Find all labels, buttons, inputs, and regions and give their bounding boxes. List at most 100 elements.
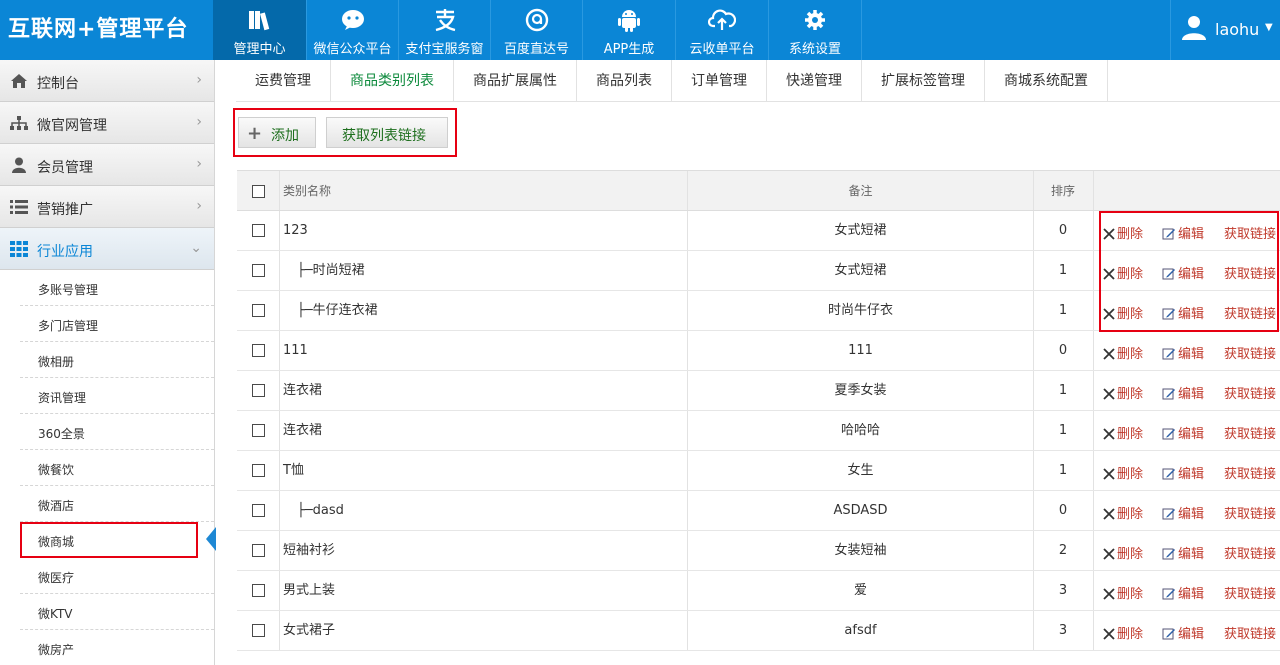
delete-link[interactable]: 删除	[1103, 583, 1143, 602]
row-checkbox[interactable]	[251, 504, 265, 517]
edit-link[interactable]: 编辑	[1162, 623, 1204, 642]
get-link-link[interactable]: 获取链接	[1224, 223, 1276, 242]
tab-extended-tags[interactable]: 扩展标签管理	[862, 60, 985, 102]
sidebar: 控制台 › 微官网管理 › 会员管理 › 营销推广 › 行业应用 ⌄ 多账号管理…	[0, 60, 215, 665]
get-link-link[interactable]: 获取链接	[1224, 583, 1276, 602]
sidebar-sub-mall[interactable]: 微商城	[20, 522, 198, 558]
get-link-link[interactable]: 获取链接	[1224, 263, 1276, 282]
get-link-link[interactable]: 获取链接	[1224, 543, 1276, 562]
header-name: 类别名称	[283, 184, 332, 198]
row-note: ASDASD	[833, 503, 888, 518]
sidebar-sub-realestate[interactable]: 微房产	[20, 630, 214, 665]
edit-link[interactable]: 编辑	[1162, 343, 1204, 362]
sidebar-sub-album[interactable]: 微相册	[20, 342, 214, 378]
sidebar-sub-dining[interactable]: 微餐饮	[20, 450, 214, 486]
nav-app[interactable]: APP生成	[583, 0, 676, 60]
get-link-link[interactable]: 获取链接	[1224, 463, 1276, 482]
nav-management-center[interactable]: 管理中心	[213, 0, 307, 60]
row-sort: 3	[1058, 583, 1068, 598]
delete-link[interactable]: 删除	[1103, 343, 1143, 362]
tab-extended-attributes[interactable]: 商品扩展属性	[454, 60, 577, 102]
edit-link[interactable]: 编辑	[1162, 383, 1204, 402]
get-link-link[interactable]: 获取链接	[1224, 423, 1276, 442]
home-icon	[11, 74, 27, 88]
delete-link[interactable]: 删除	[1103, 223, 1143, 242]
row-checkbox[interactable]	[251, 624, 265, 637]
delete-link[interactable]: 删除	[1103, 503, 1143, 522]
nav-alipay[interactable]: 支付宝服务窗	[399, 0, 491, 60]
sidebar-item-marketing[interactable]: 营销推广 ›	[0, 186, 214, 228]
row-checkbox[interactable]	[251, 344, 265, 357]
edit-link[interactable]: 编辑	[1162, 543, 1204, 562]
sidebar-item-dashboard[interactable]: 控制台 ›	[0, 60, 214, 102]
sidebar-sub-medical[interactable]: 微医疗	[20, 558, 214, 594]
tab-shipping-fee[interactable]: 运费管理	[236, 60, 331, 102]
sidebar-sub-ktv[interactable]: 微KTV	[20, 594, 214, 630]
sidebar-item-microsite[interactable]: 微官网管理 ›	[0, 102, 214, 144]
tab-category-list[interactable]: 商品类别列表	[331, 60, 454, 102]
user-menu[interactable]: laohu ▼	[1170, 0, 1280, 60]
sidebar-sub-news[interactable]: 资讯管理	[20, 378, 214, 414]
delete-link[interactable]: 删除	[1103, 623, 1143, 642]
row-checkbox[interactable]	[251, 384, 265, 397]
edit-icon	[1162, 388, 1175, 400]
nav-system-settings[interactable]: 系统设置	[769, 0, 862, 60]
nav-wechat[interactable]: 微信公众平台	[307, 0, 399, 60]
table-row: 短袖衬衫 女装短袖 2 删除 编辑 获取链接	[237, 531, 1280, 571]
tab-mall-config[interactable]: 商城系统配置	[985, 60, 1108, 102]
select-all-checkbox[interactable]	[251, 185, 265, 198]
tab-express[interactable]: 快递管理	[767, 60, 862, 102]
edit-link[interactable]: 编辑	[1162, 423, 1204, 442]
get-link-link[interactable]: 获取链接	[1224, 343, 1276, 362]
nav-cloud[interactable]: 云收单平台	[676, 0, 769, 60]
row-checkbox[interactable]	[251, 584, 265, 597]
edit-link[interactable]: 编辑	[1162, 223, 1204, 242]
get-link-link[interactable]: 获取链接	[1224, 623, 1276, 642]
get-link-link[interactable]: 获取链接	[1224, 303, 1276, 322]
close-icon	[1103, 588, 1115, 600]
close-icon	[1103, 348, 1115, 360]
sidebar-sub-hotel[interactable]: 微酒店	[20, 486, 214, 522]
sidebar-sub-panorama[interactable]: 360全景	[20, 414, 214, 450]
get-link-link[interactable]: 获取链接	[1224, 383, 1276, 402]
row-checkbox[interactable]	[251, 464, 265, 477]
row-note: 爱	[853, 583, 867, 598]
delete-link[interactable]: 删除	[1103, 543, 1143, 562]
edit-link[interactable]: 编辑	[1162, 503, 1204, 522]
edit-link[interactable]: 编辑	[1162, 303, 1204, 322]
chevron-down-icon: ⌄	[190, 240, 202, 256]
table-row: 123 女式短裙 0 删除 编辑 获取链接	[237, 211, 1280, 251]
row-sort: 0	[1058, 503, 1068, 518]
delete-link[interactable]: 删除	[1103, 463, 1143, 482]
delete-link[interactable]: 删除	[1103, 263, 1143, 282]
plus-icon: +	[247, 123, 263, 144]
delete-link[interactable]: 删除	[1103, 383, 1143, 402]
row-checkbox[interactable]	[251, 424, 265, 437]
edit-link[interactable]: 编辑	[1162, 463, 1204, 482]
edit-icon	[1162, 428, 1175, 440]
sidebar-item-members[interactable]: 会员管理 ›	[0, 144, 214, 186]
tab-product-list[interactable]: 商品列表	[577, 60, 672, 102]
delete-link[interactable]: 删除	[1103, 423, 1143, 442]
sidebar-sub-multi-store[interactable]: 多门店管理	[20, 306, 214, 342]
edit-link[interactable]: 编辑	[1162, 583, 1204, 602]
sidebar-sub-multi-account[interactable]: 多账号管理	[20, 270, 214, 306]
edit-link[interactable]: 编辑	[1162, 263, 1204, 282]
delete-link[interactable]: 删除	[1103, 303, 1143, 322]
row-checkbox[interactable]	[251, 264, 265, 277]
user-icon	[12, 157, 26, 173]
nav-baidu[interactable]: 百度直达号	[491, 0, 583, 60]
close-icon	[1103, 508, 1115, 520]
add-button[interactable]: + 添加	[238, 117, 316, 148]
main-nav: 管理中心 微信公众平台 支付宝服务窗 百度直达号 APP生成 云收单平台 系统设…	[213, 0, 862, 60]
close-icon	[1103, 428, 1115, 440]
row-checkbox[interactable]	[251, 544, 265, 557]
gear-icon	[769, 8, 861, 32]
sidebar-item-industry-apps[interactable]: 行业应用 ⌄	[0, 228, 214, 270]
get-link-link[interactable]: 获取链接	[1224, 503, 1276, 522]
get-list-link-button[interactable]: 获取列表链接	[326, 117, 448, 148]
row-note: afsdf	[844, 623, 877, 638]
row-checkbox[interactable]	[251, 304, 265, 317]
row-checkbox[interactable]	[251, 224, 265, 237]
tab-orders[interactable]: 订单管理	[672, 60, 767, 102]
